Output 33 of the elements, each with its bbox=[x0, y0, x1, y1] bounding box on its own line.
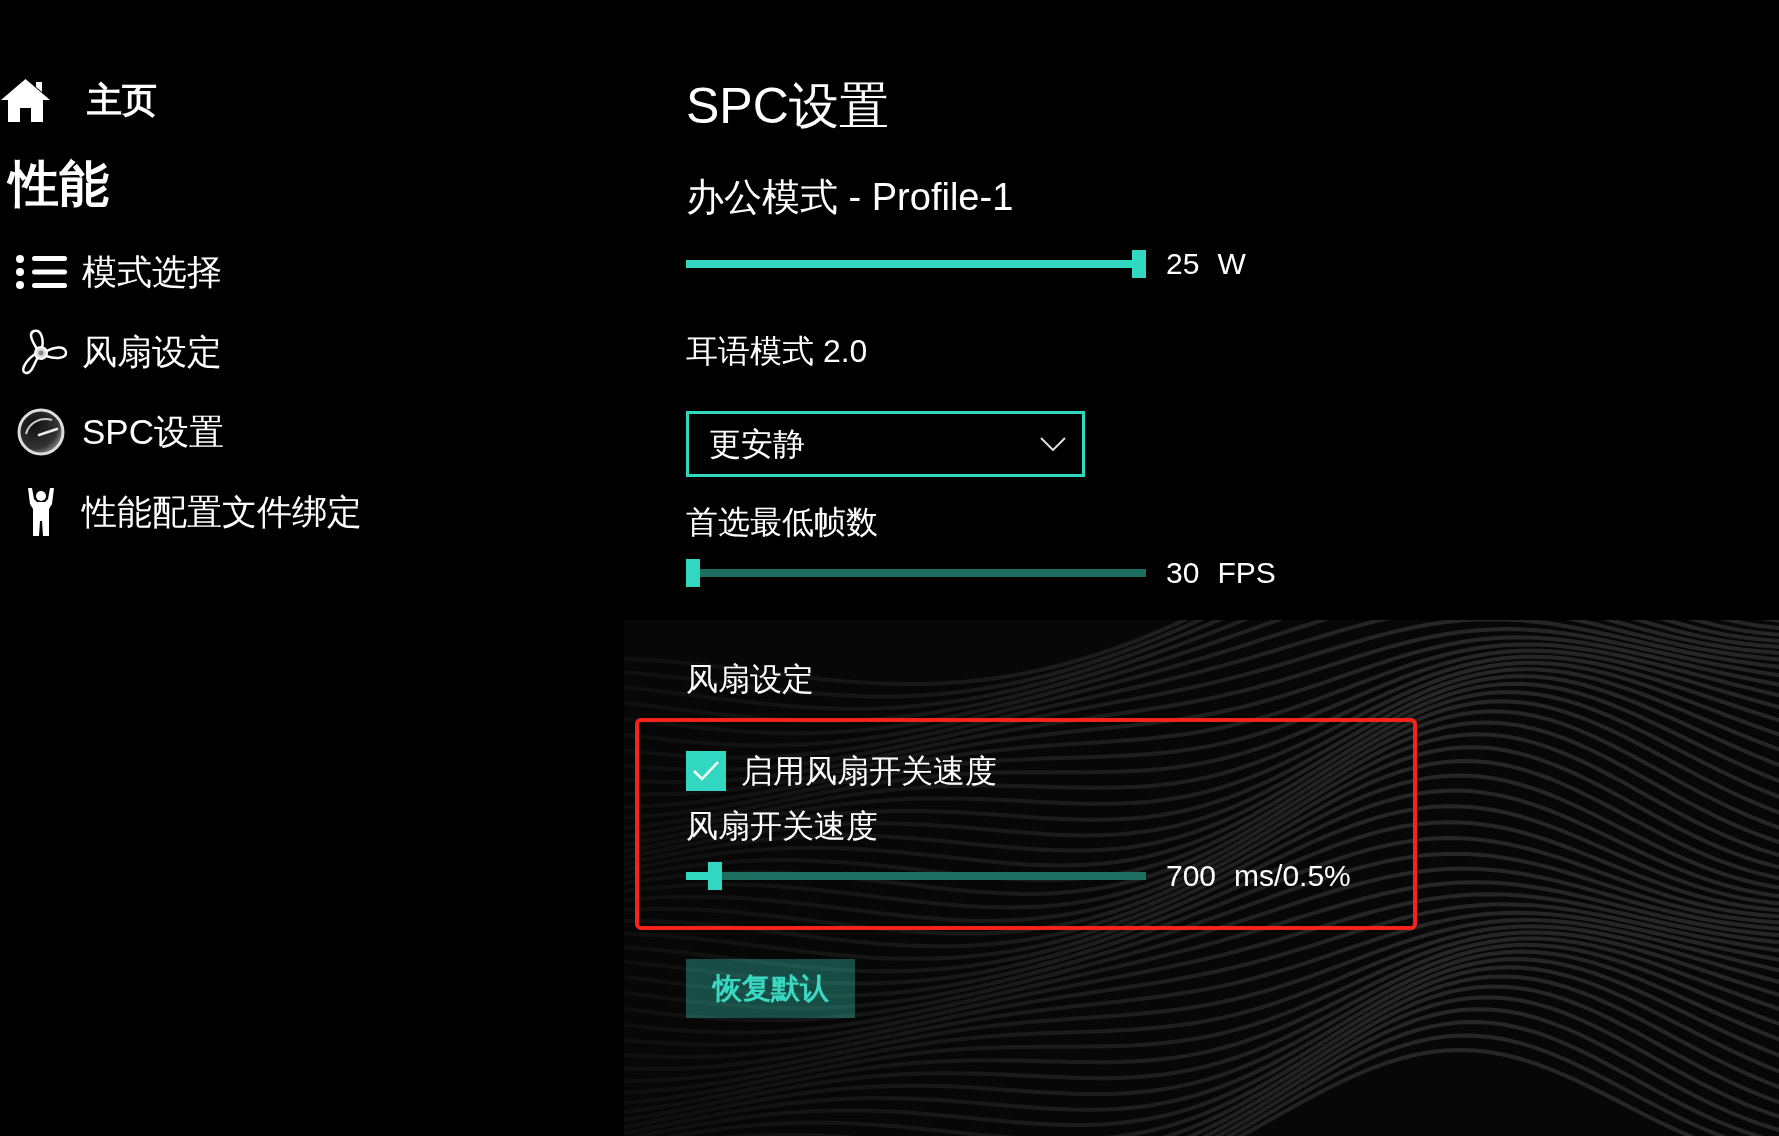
slider-unit: FPS bbox=[1217, 556, 1276, 590]
list-icon bbox=[15, 254, 67, 290]
sidebar-item[interactable]: 模式选择 bbox=[0, 247, 222, 297]
person-icon bbox=[27, 487, 55, 537]
fan-speed-label: 风扇开关速度 bbox=[686, 807, 878, 846]
sidebar-item[interactable]: SPC设置 bbox=[0, 407, 224, 457]
slider-unit: ms/0.5% bbox=[1234, 859, 1351, 893]
checkbox-label[interactable]: 启用风扇开关速度 bbox=[741, 751, 997, 791]
slider-thumb[interactable] bbox=[708, 862, 723, 890]
slider-value: 30 bbox=[1166, 556, 1200, 590]
slider-unit: W bbox=[1217, 247, 1246, 281]
min-fps-label: 首选最低帧数 bbox=[686, 503, 878, 542]
slider-value: 25 bbox=[1166, 247, 1200, 281]
restore-defaults-button[interactable]: 恢复默认 bbox=[686, 959, 855, 1018]
page-title: SPC设置 bbox=[686, 77, 889, 136]
slider-track[interactable] bbox=[700, 569, 1146, 577]
section-heading: 风扇设定 bbox=[686, 660, 814, 699]
slider-thumb[interactable] bbox=[686, 559, 700, 587]
profile-label: 办公模式 - Profile-1 bbox=[686, 175, 1014, 219]
slider-thumb[interactable] bbox=[1132, 250, 1146, 278]
whisper-mode-label: 耳语模式 2.0 bbox=[686, 332, 868, 371]
slider-track[interactable] bbox=[722, 872, 1146, 880]
chevron-down-icon bbox=[1040, 437, 1066, 451]
home-link[interactable]: 主页 bbox=[87, 75, 157, 125]
section-title: 性能 bbox=[9, 155, 109, 214]
gauge-icon bbox=[17, 408, 65, 456]
dropdown[interactable]: 更安静 bbox=[686, 411, 1085, 477]
sidebar-item[interactable]: 性能配置文件绑定 bbox=[0, 487, 362, 537]
checkbox[interactable] bbox=[686, 751, 726, 791]
slider-value: 700 bbox=[1166, 859, 1217, 893]
slider-fill bbox=[686, 872, 709, 880]
home-icon[interactable] bbox=[0, 77, 51, 123]
sidebar-item[interactable]: 风扇设定 bbox=[0, 327, 222, 377]
